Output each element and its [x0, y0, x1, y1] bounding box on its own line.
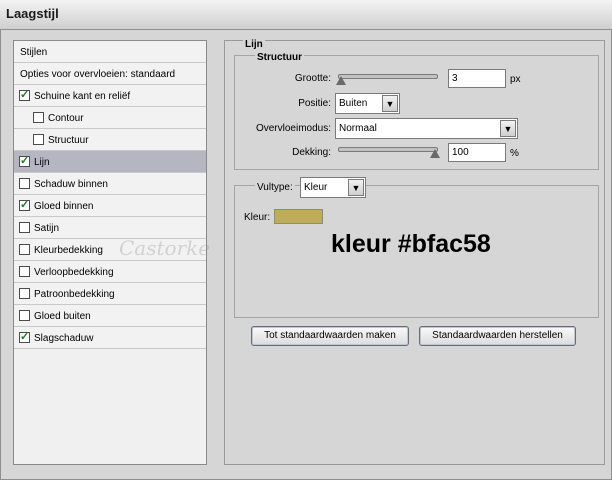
style-item-label: Verloopbedekking — [34, 267, 114, 278]
watermark-logo: Castorke — [119, 236, 211, 260]
size-label: Grootte: — [294, 73, 331, 84]
styles-header-label: Stijlen — [20, 47, 48, 58]
color-swatch[interactable] — [274, 209, 323, 224]
style-checkbox[interactable] — [19, 154, 30, 167]
style-item-label: Schaduw binnen — [34, 179, 108, 190]
blend-mode-label: Overvloeimodus: — [255, 123, 331, 134]
style-checkbox[interactable] — [33, 134, 44, 145]
blend-options-item[interactable]: Opties voor overvloeien: standaard — [14, 63, 206, 85]
opacity-unit: % — [510, 148, 519, 159]
style-item[interactable]: Contour — [14, 107, 206, 129]
size-input[interactable]: 3 — [448, 69, 506, 88]
style-item[interactable]: Verloopbedekking — [14, 261, 206, 283]
styles-list: Stijlen Opties voor overvloeien: standaa… — [13, 40, 211, 465]
style-checkbox[interactable] — [19, 310, 30, 321]
style-item[interactable]: Gloed buiten — [14, 305, 206, 327]
fill-type-value: Kleur — [304, 182, 328, 193]
opacity-input[interactable]: 100 — [448, 143, 506, 162]
style-checkbox[interactable] — [19, 178, 30, 189]
window-title: Laagstijl — [6, 6, 59, 21]
chevron-down-icon[interactable]: ▼ — [348, 179, 364, 196]
styles-header[interactable]: Stijlen — [14, 41, 206, 63]
blend-mode-select[interactable]: Normaal ▼ — [335, 118, 518, 139]
style-item-label: Contour — [48, 113, 84, 124]
fill-type-label: Vultype: — [255, 182, 295, 193]
style-checkbox[interactable] — [19, 244, 30, 255]
color-annotation: kleur #bfac58 — [331, 230, 491, 258]
make-default-button[interactable]: Tot standaardwaarden maken — [251, 326, 409, 346]
style-item-label: Gloed binnen — [34, 201, 94, 212]
style-item-label: Patroonbedekking — [34, 289, 115, 300]
style-item-label: Satijn — [34, 223, 60, 234]
blend-options-label: Opties voor overvloeien: standaard — [20, 69, 176, 80]
style-item[interactable]: Schuine kant en reliëf — [14, 85, 206, 107]
style-item[interactable]: Lijn — [14, 151, 206, 173]
fill-type-select[interactable]: Kleur ▼ — [300, 177, 366, 198]
position-select[interactable]: Buiten ▼ — [335, 93, 400, 114]
style-checkbox[interactable] — [19, 330, 30, 343]
style-checkbox[interactable] — [19, 88, 30, 101]
size-slider-thumb[interactable] — [336, 76, 346, 85]
stroke-panel: Lijn Structuur Grootte: 3 px Positie: Bu… — [224, 39, 605, 465]
opacity-label: Dekking: — [292, 147, 331, 158]
title-bar: Laagstijl — [0, 0, 612, 30]
style-item[interactable]: Slagschaduw — [14, 327, 206, 349]
style-checkbox[interactable] — [19, 222, 30, 233]
color-label: Kleur: — [244, 212, 271, 223]
chevron-down-icon[interactable]: ▼ — [500, 120, 516, 137]
style-item-label: Schuine kant en reliëf — [34, 91, 131, 102]
structure-title: Structuur — [255, 52, 304, 63]
style-item[interactable]: Patroonbedekking — [14, 283, 206, 305]
style-item[interactable]: Gloed binnen — [14, 195, 206, 217]
style-checkbox[interactable] — [19, 266, 30, 277]
style-item-label: Kleurbedekking — [34, 245, 103, 256]
opacity-slider[interactable] — [338, 147, 438, 152]
style-checkbox[interactable] — [19, 288, 30, 299]
reset-default-button[interactable]: Standaardwaarden herstellen — [419, 326, 576, 346]
style-checkbox[interactable] — [33, 112, 44, 123]
style-checkbox[interactable] — [19, 198, 30, 211]
size-slider[interactable] — [338, 74, 438, 79]
style-item-label: Structuur — [48, 135, 89, 146]
style-item-label: Slagschaduw — [34, 333, 94, 344]
style-item[interactable]: Schaduw binnen — [14, 173, 206, 195]
style-item-label: Lijn — [34, 157, 50, 168]
chevron-down-icon[interactable]: ▼ — [382, 95, 398, 112]
style-item[interactable]: Structuur — [14, 129, 206, 151]
opacity-slider-thumb[interactable] — [430, 149, 440, 158]
size-unit: px — [510, 74, 521, 85]
style-item-label: Gloed buiten — [34, 311, 91, 322]
position-value: Buiten — [339, 98, 368, 109]
position-label: Positie: — [298, 98, 331, 109]
stroke-section-title: Lijn — [243, 39, 265, 50]
blend-mode-value: Normaal — [339, 123, 377, 134]
